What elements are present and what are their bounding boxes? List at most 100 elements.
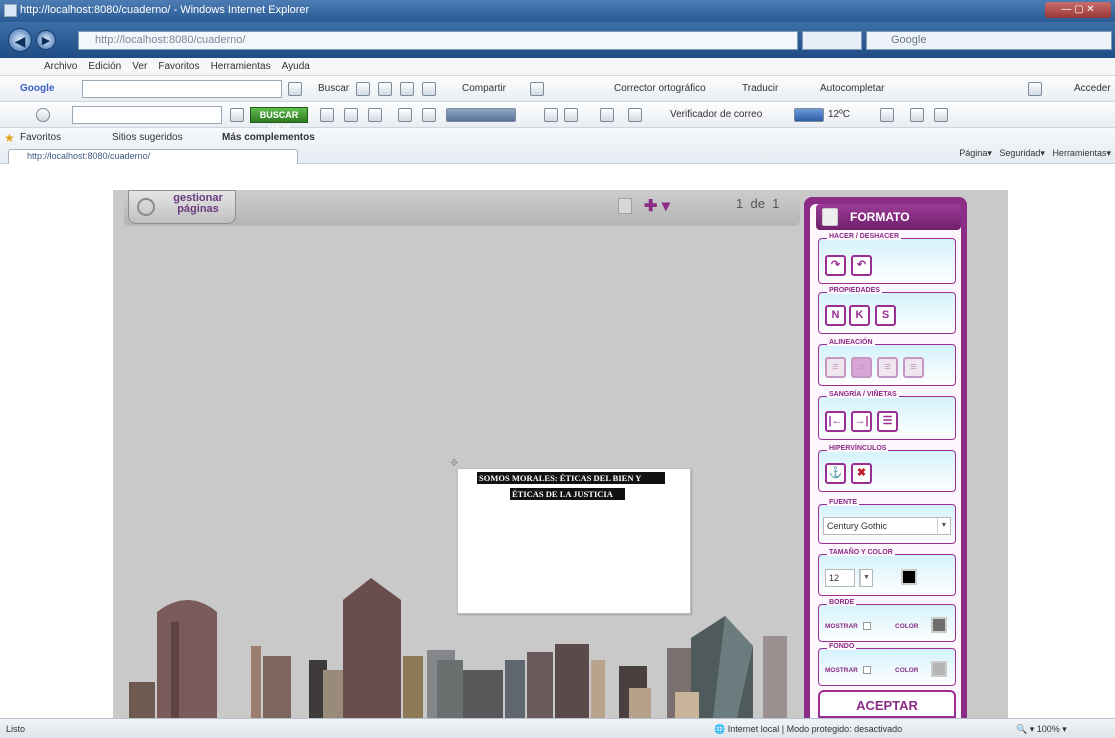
font-size-dropdown[interactable]: ▼ bbox=[859, 569, 873, 587]
selected-text[interactable]: SOMOS MORALES: ÉTICAS DEL BIEN Y ÉTICAS … bbox=[477, 472, 665, 506]
suggested-sites-link[interactable]: Sitios sugeridos bbox=[112, 132, 183, 143]
toolbar-icon[interactable] bbox=[934, 108, 948, 122]
toolbar-icon[interactable] bbox=[544, 108, 558, 122]
alignment-section: ALINEACIÓN ≡ ≡ ≡ ≡ bbox=[818, 339, 956, 386]
font-size-select[interactable]: 12 bbox=[825, 569, 855, 587]
stage-right-strip bbox=[968, 190, 1008, 718]
page-margin-left bbox=[0, 190, 113, 718]
bullets-icon[interactable]: ☰ bbox=[877, 411, 898, 432]
window-title: http://localhost:8080/cuaderno/ - Window… bbox=[20, 4, 310, 16]
toolbar-logo-icon[interactable] bbox=[36, 108, 50, 122]
undo-section: HACER / DESHACER ↷ ↶ bbox=[818, 233, 956, 284]
google-search-input[interactable] bbox=[82, 80, 282, 98]
background-section: FONDO MOSTRAR COLOR bbox=[818, 643, 956, 686]
menu-view[interactable]: Ver bbox=[128, 58, 151, 72]
toolbar-icon[interactable] bbox=[628, 108, 642, 122]
weather-icon[interactable] bbox=[794, 108, 824, 122]
page-thumbnail-icon[interactable] bbox=[618, 198, 632, 214]
mail-verifier-button[interactable]: Verificador de correo bbox=[670, 109, 762, 120]
toolbar-icon[interactable] bbox=[910, 108, 924, 122]
toolbar-icon[interactable] bbox=[398, 108, 412, 122]
menu-favorites[interactable]: Favoritos bbox=[154, 58, 203, 72]
page-margin-right bbox=[1008, 190, 1115, 718]
zoom-control[interactable]: 🔍 ▾ 100% ▾ bbox=[1016, 724, 1067, 735]
security-menu[interactable]: Seguridad bbox=[999, 148, 1040, 158]
translate-button[interactable]: Traducir bbox=[742, 83, 778, 94]
chevron-down-icon: ▼ bbox=[860, 570, 872, 586]
underline-button[interactable]: S bbox=[875, 305, 896, 326]
more-addons-link[interactable]: Más complementos bbox=[222, 132, 315, 143]
italic-button[interactable]: K bbox=[849, 305, 870, 326]
wrench-icon[interactable] bbox=[1028, 82, 1042, 96]
outdent-icon[interactable]: |← bbox=[825, 411, 846, 432]
align-justify-icon[interactable]: ≡ bbox=[903, 357, 924, 378]
menu-tools[interactable]: Herramientas bbox=[207, 58, 275, 72]
page-menu[interactable]: Página bbox=[959, 148, 987, 158]
undo-icon[interactable]: ↷ bbox=[825, 255, 846, 276]
search-input[interactable]: Google bbox=[866, 31, 1112, 50]
toolbar-icon[interactable] bbox=[356, 82, 370, 96]
font-section: FUENTE Century Gothic ▼ bbox=[818, 499, 956, 544]
toolbar-icon[interactable] bbox=[378, 82, 392, 96]
indent-section: SANGRÍA / VIÑETAS |← →| ☰ bbox=[818, 391, 956, 440]
back-arrow-icon[interactable]: ◀ bbox=[8, 28, 32, 52]
text-color-swatch[interactable] bbox=[901, 569, 917, 585]
favorites-button[interactable]: Favoritos bbox=[20, 132, 61, 143]
security-zone: 🌐 Internet local | Modo protegido: desac… bbox=[714, 724, 903, 734]
google-toolbar: Google Buscar Compartir Corrector ortogr… bbox=[0, 76, 1115, 102]
add-page-icon[interactable]: ✚ ▾ bbox=[644, 196, 670, 216]
google-logo: Google bbox=[20, 83, 55, 94]
remove-link-icon[interactable]: ✖ bbox=[851, 463, 872, 484]
browser-tab[interactable]: http://localhost:8080/cuaderno/ bbox=[8, 149, 298, 164]
toolbar-widget[interactable] bbox=[446, 108, 516, 122]
favorites-bar: ★ Favoritos Sitios sugeridos Más complem… bbox=[0, 128, 1115, 164]
window-title-bar: http://localhost:8080/cuaderno/ - Window… bbox=[0, 0, 1115, 22]
add-link-icon[interactable]: ⚓ bbox=[825, 463, 846, 484]
address-controls[interactable] bbox=[802, 31, 862, 50]
toolbar-icon[interactable] bbox=[530, 82, 544, 96]
address-row: ◀ ▶ http://localhost:8080/cuaderno/ Goog… bbox=[0, 22, 1115, 58]
search-web-button[interactable]: BUSCAR WEB bbox=[250, 107, 308, 134]
signin-link[interactable]: Acceder bbox=[1074, 83, 1111, 94]
redo-icon[interactable]: ↶ bbox=[851, 255, 872, 276]
favorites-star-icon: ★ bbox=[4, 131, 15, 145]
toolbar-icon[interactable] bbox=[564, 108, 578, 122]
window-controls[interactable]: — ▢ ✕ bbox=[1045, 2, 1111, 18]
search-dropdown-icon[interactable] bbox=[288, 82, 302, 96]
menu-edit[interactable]: Edición bbox=[84, 58, 125, 72]
address-input[interactable]: http://localhost:8080/cuaderno/ bbox=[78, 31, 798, 50]
share-button[interactable]: Compartir bbox=[462, 83, 506, 94]
google-search-button[interactable]: Buscar bbox=[318, 83, 349, 94]
toolbar-search-input[interactable] bbox=[72, 106, 222, 124]
weather-value[interactable]: 12ºC bbox=[828, 109, 850, 120]
menu-file[interactable]: Archivo bbox=[40, 58, 81, 72]
border-color-swatch[interactable] bbox=[931, 617, 947, 633]
toolbar-icon[interactable] bbox=[422, 108, 436, 122]
autocomplete-button[interactable]: Autocompletar bbox=[820, 83, 884, 94]
accept-button[interactable]: ACEPTAR bbox=[818, 690, 956, 718]
font-select[interactable]: Century Gothic ▼ bbox=[823, 517, 951, 535]
toolbar-icon[interactable] bbox=[344, 108, 358, 122]
align-center-icon[interactable]: ≡ bbox=[851, 357, 872, 378]
hyperlinks-section: HIPERVÍNCULOS ⚓ ✖ bbox=[818, 445, 956, 492]
toolbar-icon[interactable] bbox=[320, 108, 334, 122]
align-right-icon[interactable]: ≡ bbox=[877, 357, 898, 378]
align-left-icon[interactable]: ≡ bbox=[825, 357, 846, 378]
spellcheck-button[interactable]: Corrector ortográfico bbox=[614, 83, 706, 94]
toolbar-icon[interactable] bbox=[880, 108, 894, 122]
bold-button[interactable]: N bbox=[825, 305, 846, 326]
toolbar-icon[interactable] bbox=[368, 108, 382, 122]
toolbar-icon[interactable] bbox=[422, 82, 436, 96]
background-color-swatch[interactable] bbox=[931, 661, 947, 677]
indent-icon[interactable]: →| bbox=[851, 411, 872, 432]
search-dropdown-icon[interactable] bbox=[230, 108, 244, 122]
menu-help[interactable]: Ayuda bbox=[278, 58, 314, 72]
toolbar-icon[interactable] bbox=[600, 108, 614, 122]
border-show-checkbox[interactable] bbox=[863, 622, 871, 630]
toolbar-icon[interactable] bbox=[400, 82, 414, 96]
manage-pages-label: gestionar páginas bbox=[173, 192, 223, 215]
background-show-checkbox[interactable] bbox=[863, 666, 871, 674]
manage-pages-button[interactable]: gestionar páginas bbox=[128, 190, 236, 224]
forward-arrow-icon[interactable]: ▶ bbox=[36, 30, 56, 50]
tools-menu[interactable]: Herramientas bbox=[1052, 148, 1106, 158]
